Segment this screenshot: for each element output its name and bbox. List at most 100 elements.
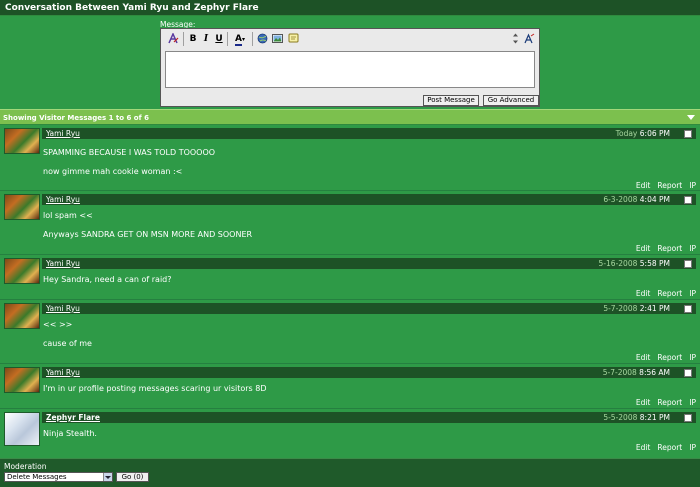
moderation-select[interactable]: Delete Messages [4,472,113,482]
ip-link[interactable]: IP [689,181,696,190]
report-link[interactable]: Report [657,244,682,253]
report-link[interactable]: Report [657,443,682,452]
message-text: now gimme mah cookie woman :< [43,167,183,176]
message-info-bar: Yami Ryu 6-3-2008 4:04 PM [42,194,696,205]
list-item: Yami Ryu 5-7-2008 2:41 PM << >> cause of… [0,300,700,362]
message-text: Anyways SANDRA GET ON MSN MORE AND SOONE… [43,230,253,239]
edit-link[interactable]: Edit [636,181,651,190]
select-checkbox[interactable] [684,369,692,377]
avatar[interactable] [4,194,40,220]
message-timestamp: Today 6:06 PM [615,129,670,138]
username-link[interactable]: Yami Ryu [46,259,80,268]
message-text: Ninja Stealth. [43,429,97,438]
message-info-bar: Yami Ryu 5-7-2008 8:56 AM [42,367,696,378]
page-title: Conversation Between Yami Ryu and Zephyr… [5,3,259,13]
message-actions: Edit Report IP [629,443,696,452]
message-timestamp: 5-7-2008 2:41 PM [603,304,670,313]
list-item: Yami Ryu 6-3-2008 4:04 PM lol spam << An… [0,191,700,253]
avatar[interactable] [4,412,40,446]
message-timestamp: 5-5-2008 8:21 PM [603,413,670,422]
username-link[interactable]: Yami Ryu [46,129,80,138]
message-actions: Edit Report IP [629,244,696,253]
list-item: Zephyr Flare 5-5-2008 8:21 PM Ninja Stea… [0,409,700,457]
avatar[interactable] [4,258,40,284]
quote-icon[interactable] [287,33,299,46]
select-checkbox[interactable] [684,260,692,268]
collapse-icon[interactable] [687,115,695,120]
message-info-bar: Yami Ryu 5-16-2008 5:58 PM [42,258,696,269]
bold-button[interactable]: B [188,33,198,46]
message-actions: Edit Report IP [629,181,696,190]
chevron-down-icon[interactable] [103,473,112,481]
username-link[interactable]: Zephyr Flare [46,413,100,422]
ip-link[interactable]: IP [689,443,696,452]
message-timestamp: 6-3-2008 4:04 PM [603,195,670,204]
underline-button[interactable]: U [214,33,224,46]
toolbar-separator [183,32,184,46]
ip-link[interactable]: IP [689,289,696,298]
message-info-bar: Yami Ryu Today 6:06 PM [42,128,696,139]
resize-icon[interactable] [511,33,519,46]
remove-format-icon[interactable] [167,32,179,46]
message-timestamp: 5-16-2008 5:58 PM [598,259,670,268]
message-textarea[interactable] [165,51,535,88]
title-bar: Conversation Between Yami Ryu and Zephyr… [0,0,700,16]
message-actions: Edit Report IP [629,353,696,362]
message-info-bar: Zephyr Flare 5-5-2008 8:21 PM [42,412,696,423]
italic-button[interactable]: I [201,33,211,46]
edit-link[interactable]: Edit [636,244,651,253]
report-link[interactable]: Report [657,353,682,362]
message-text: I'm in ur profile posting messages scari… [43,384,267,393]
message-actions: Edit Report IP [629,398,696,407]
report-link[interactable]: Report [657,289,682,298]
moderation-selected-value: Delete Messages [7,473,67,481]
moderation-go-button[interactable]: Go (0) [116,472,149,482]
moderation-panel: Moderation Delete Messages Go (0) [0,458,700,487]
avatar[interactable] [4,128,40,154]
switch-editor-mode-icon[interactable] [523,33,535,46]
select-checkbox[interactable] [684,196,692,204]
message-actions: Edit Report IP [629,289,696,298]
list-item: Yami Ryu Today 6:06 PM SPAMMING BECAUSE … [0,125,700,190]
message-text: cause of me [43,339,92,348]
message-info-bar: Yami Ryu 5-7-2008 2:41 PM [42,303,696,314]
moderation-label: Moderation [4,462,47,471]
avatar[interactable] [4,303,40,329]
message-timestamp: 5-7-2008 8:56 AM [602,368,670,377]
select-checkbox[interactable] [684,414,692,422]
ip-link[interactable]: IP [689,398,696,407]
list-item: Yami Ryu 5-16-2008 5:58 PM Hey Sandra, n… [0,255,700,298]
insert-link-icon[interactable] [256,33,268,46]
report-link[interactable]: Report [657,181,682,190]
list-item: Yami Ryu 5-7-2008 8:56 AM I'm in ur prof… [0,364,700,408]
edit-link[interactable]: Edit [636,353,651,362]
insert-image-icon[interactable] [271,33,283,46]
message-list: Yami Ryu Today 6:06 PM SPAMMING BECAUSE … [0,125,700,458]
visitor-messages-header: Showing Visitor Messages 1 to 6 of 6 [0,109,700,125]
ip-link[interactable]: IP [689,244,696,253]
message-editor-panel: Message: B I U A▾ Post Message Go Advanc… [0,16,700,109]
message-text: lol spam << [43,211,93,220]
edit-link[interactable]: Edit [636,398,651,407]
toolbar-separator [227,32,228,46]
toolbar-separator [252,32,253,46]
username-link[interactable]: Yami Ryu [46,304,80,313]
post-message-button[interactable]: Post Message [423,95,479,106]
select-checkbox[interactable] [684,305,692,313]
visitor-messages-title: Showing Visitor Messages 1 to 6 of 6 [3,114,149,122]
avatar[interactable] [4,367,40,393]
go-advanced-button[interactable]: Go Advanced [483,95,539,106]
select-checkbox[interactable] [684,130,692,138]
message-text: << >> [43,320,73,329]
editor-toolbar: B I U A▾ [163,31,537,49]
font-color-button[interactable]: A▾ [231,33,249,46]
username-link[interactable]: Yami Ryu [46,195,80,204]
font-color-label: A [235,34,242,46]
edit-link[interactable]: Edit [636,289,651,298]
message-text: SPAMMING BECAUSE I WAS TOLD TOOOOO [43,148,216,157]
edit-link[interactable]: Edit [636,443,651,452]
message-text: Hey Sandra, need a can of raid? [43,275,172,284]
report-link[interactable]: Report [657,398,682,407]
username-link[interactable]: Yami Ryu [46,368,80,377]
ip-link[interactable]: IP [689,353,696,362]
